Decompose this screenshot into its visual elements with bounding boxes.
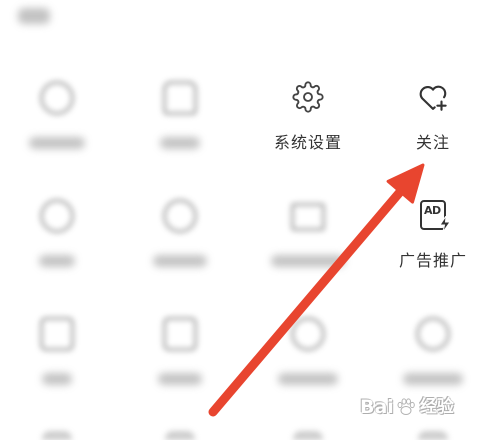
watermark: Bai 经验: [360, 394, 460, 420]
menu-item-settings[interactable]: 系统设置: [258, 79, 358, 165]
blurred-label: [271, 255, 345, 267]
blurred-icon: [291, 317, 325, 351]
menu-item-blurred[interactable]: [130, 79, 230, 165]
blurred-icon: [163, 81, 197, 115]
menu-item-label: 广告推广: [398, 251, 467, 270]
blurred-icon: [291, 203, 325, 231]
blurred-label: [39, 255, 75, 267]
menu-item-blurred[interactable]: [130, 315, 230, 401]
blurred-icon: [40, 199, 74, 233]
blurred-label: [278, 373, 338, 385]
ad-icon-frame: AD: [420, 200, 451, 232]
blurred-icon: [163, 317, 197, 351]
menu-item-blurred[interactable]: [258, 315, 358, 401]
blurred-icon: [163, 199, 197, 233]
blurred-label: [42, 373, 72, 385]
lightning-icon: [439, 216, 451, 232]
watermark-brand: Bai: [360, 396, 394, 418]
ad-icon: AD: [415, 197, 451, 233]
blurred-icon: [293, 431, 323, 440]
blurred-icon: [42, 431, 72, 440]
blurred-label: [160, 137, 200, 149]
blurred-label: [153, 255, 207, 267]
watermark-suffix: 经验: [419, 397, 454, 417]
menu-item-blurred[interactable]: [7, 79, 107, 165]
menu-item-blurred[interactable]: [130, 197, 230, 283]
blurred-label: [29, 137, 85, 149]
menu-item-blurred[interactable]: [7, 315, 107, 401]
gear-icon: [290, 79, 326, 115]
menu-item-label: 关注: [415, 133, 450, 152]
blurred-icon: [165, 431, 195, 440]
blurred-label: [158, 373, 202, 385]
blurred-section-header: [18, 8, 50, 24]
blurred-icon: [40, 81, 74, 115]
menu-item-ads[interactable]: AD 广告推广: [383, 197, 483, 283]
menu-item-blurred[interactable]: [258, 197, 358, 283]
menu-item-follow[interactable]: 关注: [383, 79, 483, 165]
blurred-icon: [418, 431, 448, 440]
blurred-label: [403, 373, 463, 385]
heart-plus-icon: [415, 79, 451, 115]
menu-item-blurred[interactable]: [383, 315, 483, 401]
blurred-icon: [416, 317, 450, 351]
menu-item-blurred[interactable]: [7, 197, 107, 283]
menu-item-label: 系统设置: [273, 133, 342, 152]
blurred-icon: [40, 317, 74, 351]
paw-icon: [397, 398, 415, 415]
